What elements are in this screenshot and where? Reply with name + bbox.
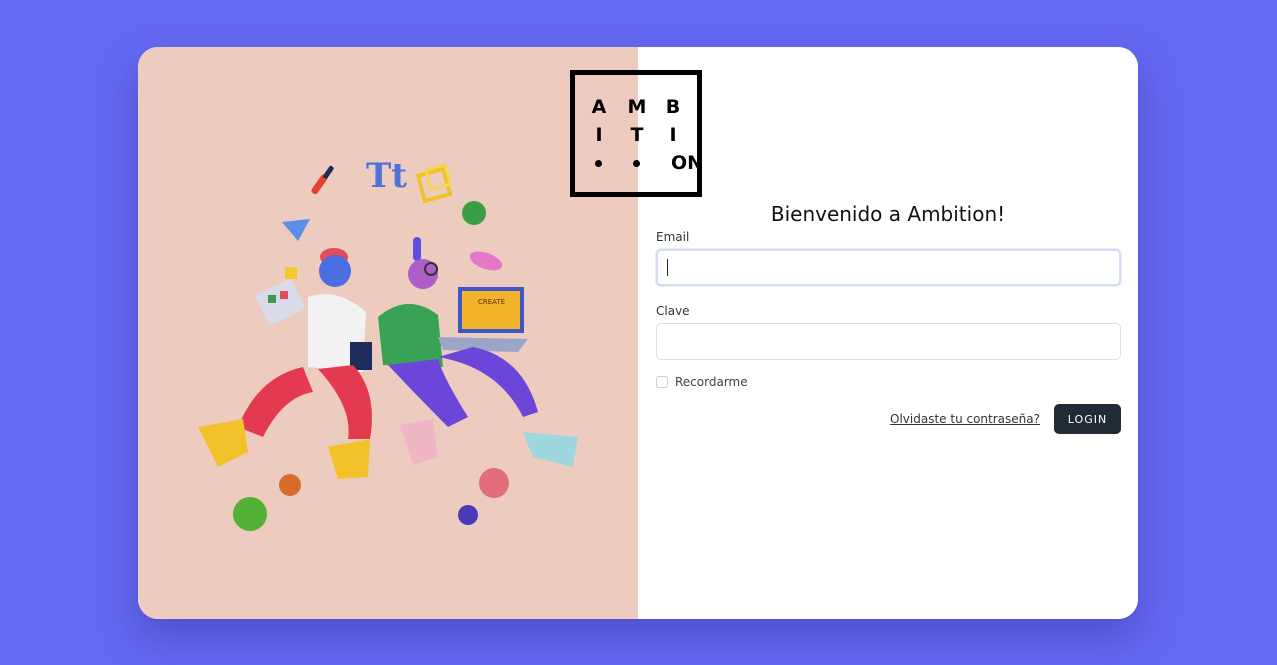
logo-dot: [633, 160, 640, 167]
password-field[interactable]: [656, 323, 1121, 360]
person-right: CREATE: [378, 237, 578, 467]
login-button[interactable]: LOGIN: [1054, 404, 1121, 434]
password-label: Clave: [656, 304, 690, 318]
logo-letter: ON: [670, 152, 704, 174]
typography-icon: Tt: [366, 156, 407, 196]
logo-letter: I: [595, 124, 603, 146]
logo-letter: I: [669, 124, 677, 146]
brand-logo: A M B I T I ON: [570, 70, 703, 197]
text-caret: [667, 259, 668, 276]
person-left: [198, 248, 372, 479]
logo-letter: T: [630, 124, 644, 146]
remember-checkbox[interactable]: [656, 376, 668, 388]
laptop-label: CREATE: [478, 298, 505, 306]
email-label: Email: [656, 230, 690, 244]
cube-icon: [415, 162, 453, 204]
blue-ball-icon: [458, 505, 478, 525]
logo-letter: A: [591, 96, 607, 118]
login-form: Email Clave Recordarme Olvidaste tu cont…: [656, 230, 1121, 434]
logo-letter: M: [627, 96, 647, 118]
page-title: Bienvenido a Ambition!: [770, 202, 1006, 226]
people-juggling-illustration: Tt CREATE: [198, 156, 578, 531]
illustration-panel: Tt CREATE: [138, 47, 638, 619]
disc-icon: [469, 251, 503, 271]
green-ball-icon: [462, 201, 486, 225]
form-actions: Olvidaste tu contraseña? LOGIN: [656, 404, 1121, 434]
cone-icon: [282, 219, 310, 241]
logo-letter: B: [665, 96, 681, 118]
orange-ball-icon: [279, 474, 301, 496]
remember-label: Recordarme: [675, 375, 748, 389]
paintbrush-icon: [311, 165, 334, 195]
login-card: Tt CREATE A M B I T I ON Bienvenido a Am…: [138, 47, 1138, 619]
email-field[interactable]: [656, 249, 1121, 286]
green-ball-icon: [233, 497, 267, 531]
pink-ball-icon: [479, 468, 509, 498]
logo-dot: [595, 160, 602, 167]
remember-me-row: Recordarme: [656, 375, 1121, 389]
forgot-password-link[interactable]: Olvidaste tu contraseña?: [890, 412, 1040, 426]
